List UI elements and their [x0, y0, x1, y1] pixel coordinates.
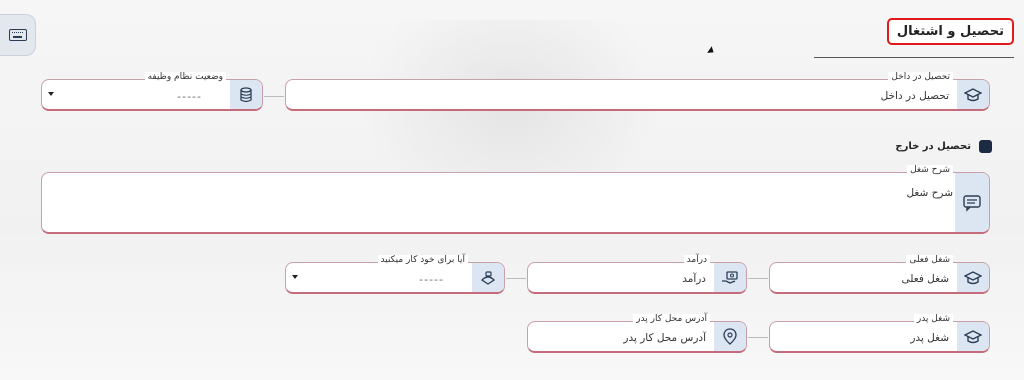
job-description-label: شرح شغل — [907, 165, 953, 175]
current-job-label: شغل فعلی — [906, 255, 953, 265]
study-inside-value: تحصیل در داخل — [880, 90, 949, 102]
section-title-wrap: تحصیل و اشتغال — [886, 18, 1014, 45]
graduation-cap-icon — [957, 80, 989, 109]
study-inside-field[interactable]: تحصیل در داخل تحصیل در داخل — [285, 72, 990, 111]
military-status-label: وضعیت نظام وظیفه — [144, 72, 226, 82]
study-inside-label: تحصیل در داخل — [888, 72, 953, 82]
keyboard-toggle-button[interactable] — [0, 14, 36, 56]
income-label: درآمد — [683, 255, 710, 265]
father-work-address-field[interactable]: آدرس محل کار پدر آدرس محل کار پدر — [527, 314, 747, 353]
connector-line — [748, 278, 768, 279]
money-hand-icon — [714, 263, 746, 292]
self-employed-label: آیا برای خود کار میکنید — [377, 255, 468, 265]
income-value: درآمد — [682, 273, 706, 285]
job-description-field[interactable]: شرح شغل شرح شغل — [41, 165, 990, 234]
self-employed-select[interactable]: آیا برای خود کار میکنید ----- — [285, 255, 505, 294]
chevron-down-icon — [292, 275, 298, 279]
connector-line — [748, 337, 768, 338]
father-job-field[interactable]: شغل پدر شغل پدر — [769, 314, 990, 353]
mouse-cursor — [707, 46, 716, 56]
graduation-cap-icon — [957, 322, 989, 351]
current-job-field[interactable]: شغل فعلی شغل فعلی — [769, 255, 990, 294]
connector-line — [264, 96, 284, 97]
database-icon — [230, 80, 262, 109]
title-underline — [814, 57, 1014, 58]
job-description-placeholder: شرح شغل — [906, 187, 953, 199]
keyboard-icon — [8, 29, 27, 41]
father-job-value: شغل پدر — [910, 332, 949, 344]
military-status-value: ----- — [177, 90, 202, 103]
study-abroad-label: تحصیل در خارج — [895, 141, 971, 152]
location-pin-icon — [714, 322, 746, 351]
section-title: تحصیل و اشتغال — [886, 18, 1014, 45]
military-status-select[interactable]: وضعیت نظام وظیفه ----- — [41, 72, 263, 111]
father-job-label: شغل پدر — [913, 314, 953, 324]
current-job-value: شغل فعلی — [901, 273, 949, 285]
message-icon — [955, 173, 989, 232]
chevron-down-icon — [48, 92, 54, 96]
graduation-cap-icon — [957, 263, 989, 292]
income-field[interactable]: درآمد درآمد — [527, 255, 747, 294]
connector-line — [506, 278, 526, 279]
father-work-address-value: آدرس محل کار پدر — [623, 332, 706, 344]
study-abroad-row[interactable]: تحصیل در خارج — [895, 140, 992, 153]
self-employed-value: ----- — [419, 273, 444, 286]
study-abroad-checkbox[interactable] — [979, 140, 992, 153]
hand-briefcase-icon — [472, 263, 504, 292]
father-work-address-label: آدرس محل کار پدر — [633, 314, 710, 324]
